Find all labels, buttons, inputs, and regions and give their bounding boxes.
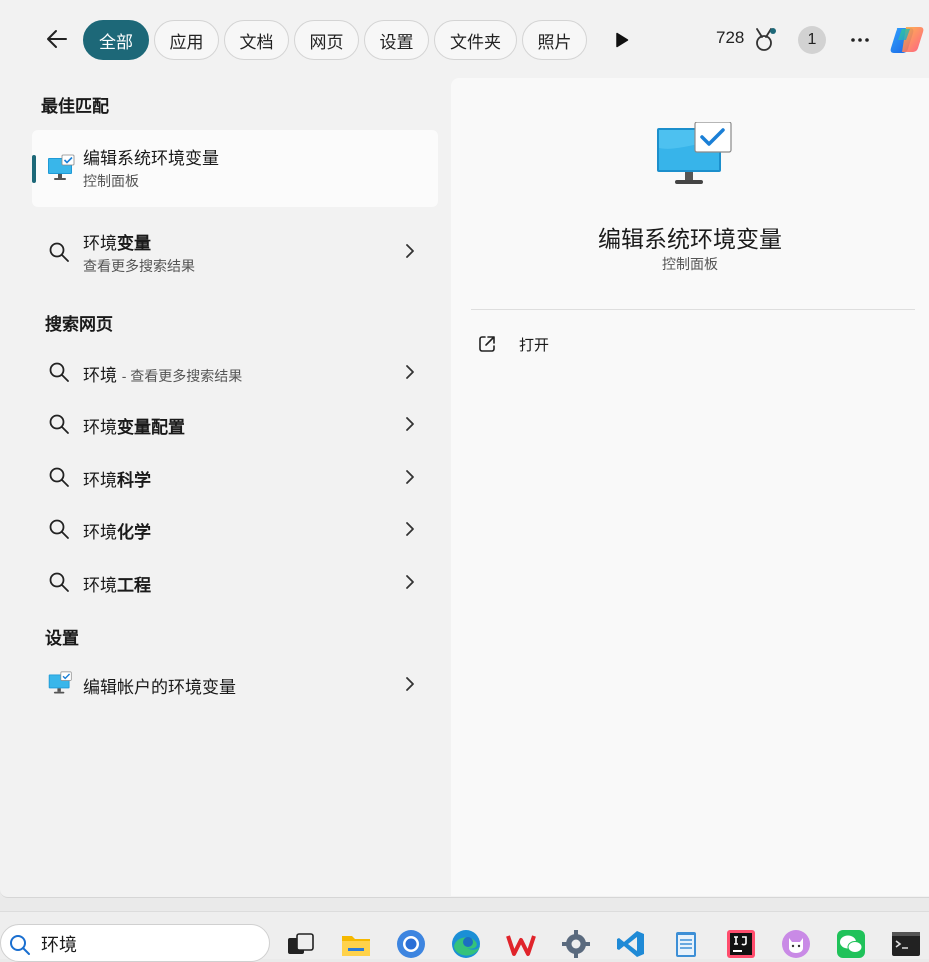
- tab-photos[interactable]: 照片: [522, 20, 587, 60]
- ellipsis-icon: [851, 38, 869, 42]
- cat-app-icon[interactable]: [780, 928, 812, 960]
- tab-documents[interactable]: 文档: [224, 20, 289, 60]
- search-icon: [49, 572, 69, 592]
- monitor-settings-icon: [48, 671, 72, 694]
- system-env-monitor-icon: [46, 154, 76, 184]
- web-result-item[interactable]: 环境科学: [32, 453, 438, 501]
- file-explorer-icon[interactable]: [340, 928, 372, 960]
- taskbar: [0, 911, 929, 962]
- tab-settings[interactable]: 设置: [364, 20, 429, 60]
- search-input[interactable]: [41, 931, 251, 957]
- tab-web[interactable]: 网页: [294, 20, 359, 60]
- play-icon: [616, 32, 629, 48]
- tab-folders[interactable]: 文件夹: [434, 20, 517, 60]
- chrome-icon[interactable]: [395, 928, 427, 960]
- open-action-button[interactable]: 打开: [477, 328, 549, 360]
- detail-title: 编辑系统环境变量: [598, 226, 782, 252]
- vscode-icon[interactable]: [615, 928, 647, 960]
- web-result-item[interactable]: 环境 - 查看更多搜索结果: [32, 348, 438, 396]
- list-item-label: 环境变量: [83, 234, 151, 253]
- detail-subtitle: 控制面板: [662, 256, 718, 272]
- chevron-right-icon: [406, 417, 414, 431]
- account-badge[interactable]: 1: [798, 26, 826, 54]
- chevron-right-icon: [406, 244, 414, 258]
- chevron-right-icon: [406, 470, 414, 484]
- task-view-icon[interactable]: [285, 928, 317, 960]
- selection-indicator: [32, 155, 36, 183]
- filter-bar: 全部 应用 文档 网页 设置 文件夹 照片 728 1: [0, 0, 929, 78]
- settings-icon[interactable]: [560, 928, 592, 960]
- web-result-item[interactable]: 环境变量配置: [32, 400, 438, 448]
- tab-all[interactable]: 全部: [83, 20, 149, 60]
- search-icon: [49, 414, 69, 434]
- terminal-icon[interactable]: [890, 928, 922, 960]
- search-icon: [49, 519, 69, 539]
- rewards-points: 728: [716, 28, 745, 47]
- best-match-title: 编辑系统环境变量: [83, 149, 219, 168]
- search-icon: [49, 242, 69, 262]
- chevron-right-icon: [406, 522, 414, 536]
- rewards-medal-icon[interactable]: [752, 26, 778, 54]
- taskbar-search-box[interactable]: [0, 924, 270, 962]
- open-action-label: 打开: [519, 336, 550, 354]
- detail-divider: [471, 309, 915, 310]
- list-item-subtitle: 查看更多搜索结果: [83, 258, 195, 274]
- search-icon: [49, 362, 69, 382]
- web-search-heading: 搜索网页: [45, 315, 113, 334]
- open-external-icon: [479, 336, 495, 352]
- web-result-label: 环境科学: [83, 471, 151, 490]
- intellij-icon[interactable]: [725, 928, 757, 960]
- back-button[interactable]: [40, 22, 74, 56]
- search-icon: [49, 467, 69, 487]
- best-match-subtitle: 控制面板: [83, 173, 139, 189]
- chevron-right-icon: [406, 365, 414, 379]
- settings-heading: 设置: [45, 629, 79, 648]
- search-panel: 全部 应用 文档 网页 设置 文件夹 照片 728 1 最佳匹配 编辑系统环境变…: [0, 0, 929, 898]
- chevron-right-icon: [406, 575, 414, 589]
- web-result-label: 环境工程: [83, 576, 151, 595]
- settings-item-account-env[interactable]: 编辑帐户的环境变量: [32, 660, 438, 708]
- list-item-env-variables[interactable]: 环境变量 查看更多搜索结果: [32, 228, 438, 282]
- edge-icon[interactable]: [450, 928, 482, 960]
- system-env-monitor-icon: [655, 121, 733, 190]
- detail-pane: 编辑系统环境变量 控制面板 打开: [451, 78, 929, 896]
- back-arrow-icon: [47, 30, 67, 48]
- more-filters-button[interactable]: [608, 26, 636, 54]
- search-icon: [10, 935, 30, 955]
- web-result-label: 环境化学: [83, 523, 151, 542]
- settings-item-label: 编辑帐户的环境变量: [83, 678, 236, 697]
- notepad-icon[interactable]: [670, 928, 702, 960]
- web-result-item[interactable]: 环境工程: [32, 558, 438, 606]
- best-match-item[interactable]: 编辑系统环境变量 控制面板: [32, 130, 438, 207]
- web-result-label: 环境 - 查看更多搜索结果: [83, 366, 243, 385]
- copilot-icon[interactable]: [888, 20, 928, 60]
- more-options-button[interactable]: [846, 26, 874, 54]
- best-match-heading: 最佳匹配: [41, 97, 109, 116]
- web-result-item[interactable]: 环境化学: [32, 505, 438, 553]
- wechat-icon[interactable]: [835, 928, 867, 960]
- web-result-label: 环境变量配置: [83, 418, 185, 437]
- tab-apps[interactable]: 应用: [154, 20, 219, 60]
- chevron-right-icon: [406, 677, 414, 691]
- wps-icon[interactable]: [505, 928, 537, 960]
